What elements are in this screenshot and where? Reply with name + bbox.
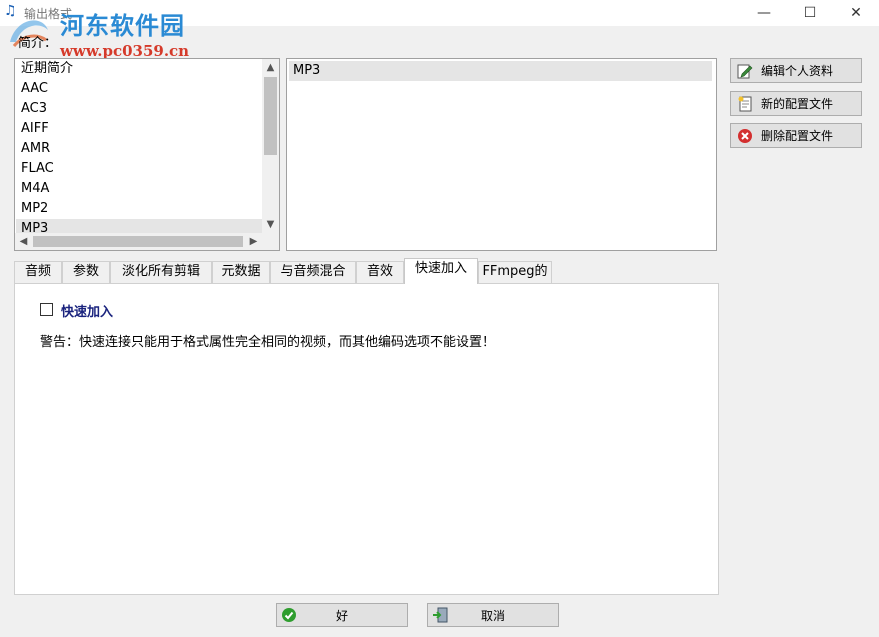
new-file-icon [737, 96, 753, 112]
tab-mix-audio[interactable]: 与音频混合 [270, 261, 356, 283]
profile-label: 简介： [18, 36, 58, 51]
exit-door-icon [432, 607, 448, 623]
tab-audio-effects[interactable]: 音效 [356, 261, 404, 283]
quick-join-panel [14, 283, 719, 595]
ok-label: 好 [335, 608, 348, 623]
list-item[interactable]: AAC [21, 79, 48, 99]
scrollbar-corner [262, 233, 279, 250]
selected-row-highlight [289, 61, 712, 81]
quick-join-checkbox[interactable] [40, 303, 53, 316]
scroll-right-icon[interactable]: ▶ [245, 233, 262, 250]
list-item[interactable]: M4A [21, 179, 49, 199]
minimize-button[interactable]: — [741, 0, 787, 26]
vertical-scroll-thumb[interactable] [264, 77, 277, 155]
list-item[interactable]: AIFF [21, 119, 49, 139]
new-profile-button[interactable]: 新的配置文件 [730, 91, 862, 116]
format-list[interactable]: MP3 [286, 58, 717, 251]
list-item[interactable]: AMR [21, 139, 50, 159]
maximize-button[interactable]: ☐ [787, 0, 833, 26]
list-item[interactable]: MP3 [293, 61, 320, 81]
tab-quick-join[interactable]: 快速加入 [404, 258, 478, 284]
checkmark-icon [281, 607, 297, 623]
tab-parameters[interactable]: 参数 [62, 261, 110, 283]
scroll-left-icon[interactable]: ◀ [15, 233, 32, 250]
scroll-up-icon[interactable]: ▲ [262, 59, 279, 76]
delete-icon [737, 128, 753, 144]
watermark-logo: 河东软件园 [60, 11, 185, 40]
quick-join-warning: 警告：快速连接只能用于格式属性完全相同的视频，而其他编码选项不能设置！ [40, 335, 496, 350]
list-item[interactable]: MP2 [21, 199, 48, 219]
tab-fade-all-clips[interactable]: 淡化所有剪辑 [110, 261, 212, 283]
delete-profile-label: 删除配置文件 [761, 129, 834, 143]
list-item[interactable]: AC3 [21, 99, 47, 119]
edit-icon [737, 63, 753, 79]
cancel-label: 取消 [480, 608, 505, 623]
cancel-button[interactable]: 取消 [427, 603, 559, 627]
list-item[interactable]: 近期简介 [21, 59, 73, 79]
ok-button[interactable]: 好 [276, 603, 408, 627]
edit-profile-button[interactable]: 编辑个人资料 [730, 58, 862, 83]
close-button[interactable]: ✕ [833, 0, 879, 26]
quick-join-label[interactable]: 快速加入 [61, 301, 113, 320]
delete-profile-button[interactable]: 删除配置文件 [730, 123, 862, 148]
tab-metadata[interactable]: 元数据 [212, 261, 270, 283]
new-profile-label: 新的配置文件 [761, 97, 834, 111]
list-item[interactable]: FLAC [21, 159, 54, 179]
tab-audio[interactable]: 音频 [14, 261, 62, 283]
edit-profile-label: 编辑个人资料 [761, 64, 834, 78]
horizontal-scroll-thumb[interactable] [33, 236, 243, 247]
tab-ffmpeg[interactable]: FFmpeg的 [478, 261, 552, 283]
scroll-down-icon[interactable]: ▼ [262, 216, 279, 233]
profile-list[interactable]: 近期简介 AAC AC3 AIFF AMR FLAC M4A MP2 MP3 ▲… [14, 58, 280, 251]
